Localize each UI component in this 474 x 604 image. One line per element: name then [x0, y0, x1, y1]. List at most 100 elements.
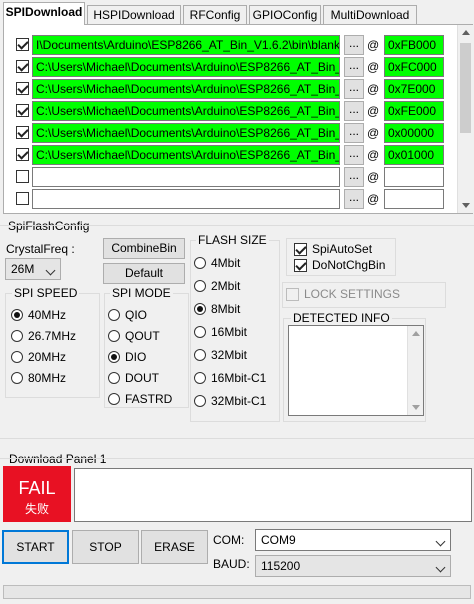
spi-mode-option[interactable]: QIO	[108, 307, 198, 323]
default-button[interactable]: Default	[103, 263, 185, 284]
file-address-input[interactable]: 0xFB000	[384, 35, 444, 55]
file-address-input[interactable]: 0x7E000	[384, 79, 444, 99]
scroll-up-icon[interactable]	[462, 30, 470, 35]
spi-speed-option[interactable]: 26.7MHz	[11, 328, 101, 344]
radio-label: 8Mbit	[211, 302, 241, 316]
lock-settings-checkbox[interactable]: LOCK SETTINGS	[286, 286, 426, 302]
spi-mode-option[interactable]: DOUT	[108, 370, 198, 386]
file-enable-checkbox[interactable]	[16, 38, 29, 51]
flash-size-option[interactable]: 8Mbit	[194, 301, 284, 317]
radio-button[interactable]	[194, 280, 206, 292]
flash-size-option[interactable]: 4Mbit	[194, 255, 284, 271]
file-path-input[interactable]: C:\Users\Michael\Documents\Arduino\ESP82…	[32, 79, 340, 99]
browse-button[interactable]: ...	[344, 57, 364, 77]
spi-speed-option[interactable]: 40MHz	[11, 307, 101, 323]
baud-select[interactable]: 115200	[255, 555, 451, 577]
at-label: @	[367, 82, 380, 96]
radio-button[interactable]	[11, 330, 23, 342]
flash-size-option[interactable]: 32Mbit	[194, 347, 284, 363]
file-enable-checkbox[interactable]	[16, 148, 29, 161]
browse-button[interactable]: ...	[344, 101, 364, 121]
file-enable-checkbox[interactable]	[16, 126, 29, 139]
com-value: COM9	[261, 533, 296, 547]
browse-button[interactable]: ...	[344, 79, 364, 99]
tab-gpioconfig[interactable]: GPIOConfig	[249, 5, 321, 24]
radio-button[interactable]	[108, 351, 120, 363]
file-enable-checkbox[interactable]	[16, 170, 29, 183]
file-list-scrollbar[interactable]	[457, 25, 473, 213]
file-address-input[interactable]: 0x00000	[384, 123, 444, 143]
file-address-input[interactable]: 0xFE000	[384, 101, 444, 121]
combine-bin-button[interactable]: CombineBin	[103, 238, 185, 259]
erase-button[interactable]: ERASE	[141, 530, 208, 564]
file-path-input[interactable]: C:\Users\Michael\Documents\Arduino\ESP82…	[32, 101, 340, 121]
file-path-input[interactable]: I\Documents\Arduino\ESP8266_AT_Bin_V1.6.…	[32, 35, 340, 55]
tab-spidownload[interactable]: SPIDownload	[3, 2, 85, 25]
radio-button[interactable]	[194, 372, 206, 384]
stop-button[interactable]: STOP	[72, 530, 139, 564]
file-enable-checkbox[interactable]	[16, 60, 29, 73]
radio-button[interactable]	[194, 326, 206, 338]
radio-button[interactable]	[194, 257, 206, 269]
radio-button[interactable]	[11, 372, 23, 384]
spi-speed-option[interactable]: 20MHz	[11, 349, 101, 365]
browse-button[interactable]: ...	[344, 123, 364, 143]
spi-mode-option[interactable]: QOUT	[108, 328, 198, 344]
file-address-input[interactable]	[384, 167, 444, 187]
browse-button[interactable]: ...	[344, 35, 364, 55]
do-not-chg-bin-checkbox[interactable]: DoNotChgBin	[294, 257, 394, 273]
file-path-input[interactable]: C:\Users\Michael\Documents\Arduino\ESP82…	[32, 145, 340, 165]
lock-settings-box[interactable]	[286, 288, 299, 301]
file-address-input[interactable]: 0xFC000	[384, 57, 444, 77]
tab-multidownload[interactable]: MultiDownload	[323, 5, 417, 24]
file-enable-checkbox[interactable]	[16, 82, 29, 95]
flash-size-option[interactable]: 2Mbit	[194, 278, 284, 294]
spi-mode-option[interactable]: FASTRD	[108, 391, 198, 407]
start-button[interactable]: START	[2, 530, 69, 564]
file-address-input[interactable]: 0x01000	[384, 145, 444, 165]
file-enable-checkbox[interactable]	[16, 104, 29, 117]
radio-button[interactable]	[11, 309, 23, 321]
lock-settings-label: LOCK SETTINGS	[304, 287, 401, 301]
spi-auto-set-checkbox[interactable]: SpiAutoSet	[294, 241, 394, 257]
radio-label: 2Mbit	[211, 279, 241, 293]
browse-button[interactable]: ...	[344, 167, 364, 187]
flash-size-option[interactable]: 16Mbit	[194, 324, 284, 340]
radio-button[interactable]	[108, 309, 120, 321]
flash-size-option[interactable]: 32Mbit-C1	[194, 393, 284, 409]
spi-mode-option[interactable]: DIO	[108, 349, 198, 365]
detected-info-textarea[interactable]	[288, 325, 424, 416]
spi-speed-option[interactable]: 80MHz	[11, 370, 101, 386]
file-path-input[interactable]: C:\Users\Michael\Documents\Arduino\ESP82…	[32, 123, 340, 143]
scroll-thumb[interactable]	[460, 43, 471, 133]
detected-info-scrollbar[interactable]	[407, 326, 423, 415]
flash-size-option[interactable]: 16Mbit-C1	[194, 370, 284, 386]
browse-button[interactable]: ...	[344, 189, 364, 209]
crystal-freq-select[interactable]: 26M	[5, 258, 61, 280]
radio-button[interactable]	[11, 351, 23, 363]
tab-rfconfig[interactable]: RFConfig	[183, 5, 247, 24]
radio-button[interactable]	[194, 303, 206, 315]
file-row: C:\Users\Michael\Documents\Arduino\ESP82…	[4, 100, 459, 122]
file-path-input[interactable]	[32, 189, 340, 209]
scroll-down-icon[interactable]	[462, 203, 470, 208]
radio-button[interactable]	[108, 393, 120, 405]
file-enable-checkbox[interactable]	[16, 192, 29, 205]
radio-button[interactable]	[108, 372, 120, 384]
file-path-input[interactable]: C:\Users\Michael\Documents\Arduino\ESP82…	[32, 57, 340, 77]
file-path-input[interactable]	[32, 167, 340, 187]
tab-hspidownload[interactable]: HSPIDownload	[87, 5, 181, 24]
spi-auto-set-box[interactable]	[294, 243, 307, 256]
scroll-up-icon[interactable]	[412, 331, 420, 336]
browse-button[interactable]: ...	[344, 145, 364, 165]
com-select[interactable]: COM9	[255, 529, 451, 551]
radio-label: 26.7MHz	[28, 329, 77, 343]
download-log-textarea[interactable]	[74, 468, 472, 522]
radio-button[interactable]	[108, 330, 120, 342]
scroll-down-icon[interactable]	[412, 405, 420, 410]
spi-mode-title: SPI MODE	[110, 286, 173, 300]
do-not-chg-bin-box[interactable]	[294, 259, 307, 272]
radio-button[interactable]	[194, 395, 206, 407]
file-address-input[interactable]	[384, 189, 444, 209]
radio-button[interactable]	[194, 349, 206, 361]
